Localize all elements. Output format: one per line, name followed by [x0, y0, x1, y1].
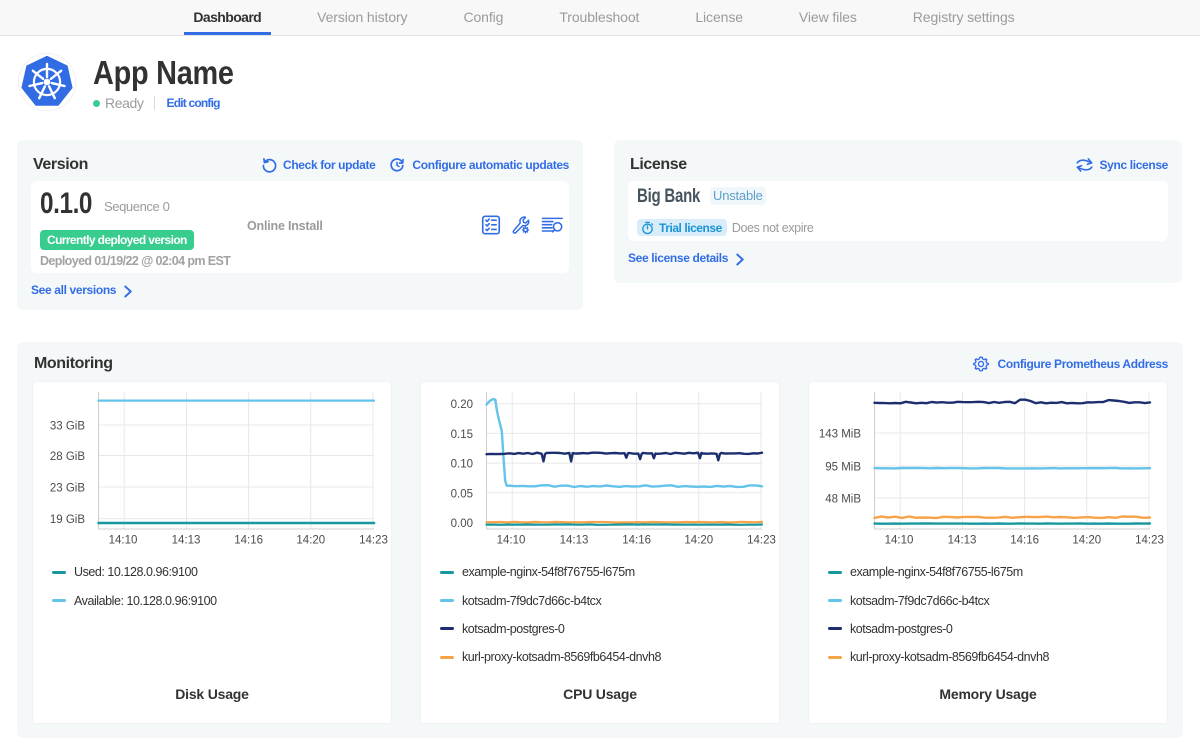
svg-text:14:13: 14:13 [948, 535, 977, 547]
svg-text:14:16: 14:16 [1010, 535, 1039, 547]
svg-text:14:13: 14:13 [172, 535, 201, 547]
svg-text:28 GiB: 28 GiB [50, 451, 85, 463]
svg-text:14:23: 14:23 [1135, 535, 1164, 547]
svg-text:14:16: 14:16 [622, 535, 651, 547]
svg-text:48 MiB: 48 MiB [825, 494, 861, 506]
svg-text:14:16: 14:16 [234, 535, 263, 547]
svg-text:0.10: 0.10 [451, 459, 473, 471]
svg-text:14:23: 14:23 [359, 535, 388, 547]
svg-text:14:10: 14:10 [109, 535, 138, 547]
svg-text:95 MiB: 95 MiB [825, 462, 861, 474]
svg-text:14:10: 14:10 [885, 535, 914, 547]
svg-text:0.05: 0.05 [451, 488, 473, 500]
svg-text:19 GiB: 19 GiB [50, 514, 85, 526]
svg-text:14:23: 14:23 [747, 535, 776, 547]
svg-text:0.00: 0.00 [451, 518, 473, 530]
svg-text:0.20: 0.20 [451, 399, 473, 411]
svg-text:14:10: 14:10 [497, 535, 526, 547]
svg-text:0.15: 0.15 [451, 429, 473, 441]
svg-text:14:20: 14:20 [1072, 535, 1101, 547]
svg-text:143 MiB: 143 MiB [819, 429, 862, 441]
svg-text:14:13: 14:13 [560, 535, 589, 547]
svg-text:33 GiB: 33 GiB [50, 421, 85, 433]
svg-text:14:20: 14:20 [684, 535, 713, 547]
svg-text:23 GiB: 23 GiB [50, 483, 85, 495]
svg-text:14:20: 14:20 [296, 535, 325, 547]
